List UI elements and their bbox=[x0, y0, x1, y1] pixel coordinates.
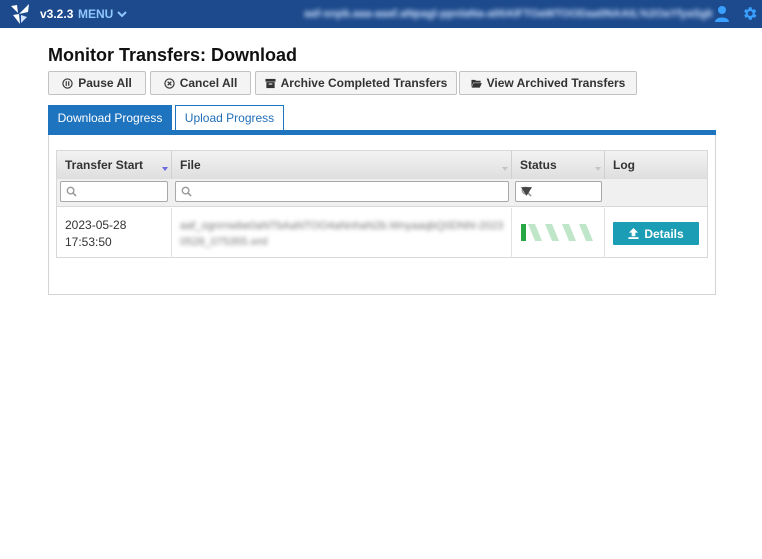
archive-box-icon bbox=[265, 78, 276, 88]
cancel-all-button[interactable]: Cancel All bbox=[150, 71, 251, 95]
column-header-status[interactable]: Status bbox=[512, 151, 605, 179]
details-button[interactable]: Details bbox=[613, 222, 699, 245]
file-cell: aaf_ognrnwbe0aNTbAaNTOO4aNnhaN2b.Wnyaaqb… bbox=[172, 208, 512, 258]
file-filter-input[interactable] bbox=[175, 181, 509, 202]
sort-icon[interactable] bbox=[595, 166, 601, 172]
transfer-time: 17:53:50 bbox=[65, 235, 112, 249]
filter-row bbox=[57, 179, 707, 207]
transfer-date: 2023-05-28 bbox=[65, 218, 127, 232]
tab-upload-progress[interactable]: Upload Progress bbox=[175, 105, 284, 130]
details-label: Details bbox=[644, 226, 684, 241]
archive-completed-label: Archive Completed Transfers bbox=[280, 76, 448, 90]
column-label-log: Log bbox=[613, 158, 635, 172]
transfers-grid: Transfer Start File Status Log 2023-05-2… bbox=[56, 150, 708, 258]
striped-progress-bar-icon bbox=[521, 224, 593, 241]
caret-down-icon bbox=[521, 187, 532, 196]
tab-upload-label: Upload Progress bbox=[184, 111, 275, 125]
view-archived-label: View Archived Transfers bbox=[486, 76, 626, 90]
page-title: Monitor Transfers: Download bbox=[48, 45, 298, 65]
top-bar: v3.2.3 MENU aaf-snpb.aaa-aaaf.aNpagl-ppn… bbox=[0, 0, 762, 28]
status-filter-select[interactable] bbox=[515, 181, 602, 202]
app-version: v3.2.3 bbox=[40, 7, 74, 21]
column-label-transfer-start: Transfer Start bbox=[65, 158, 144, 172]
column-label-file: File bbox=[180, 158, 201, 172]
transfer-start-filter-input[interactable] bbox=[60, 181, 168, 202]
folder-open-icon bbox=[471, 79, 482, 88]
tab-download-label: Download Progress bbox=[57, 110, 163, 125]
search-icon bbox=[66, 186, 77, 197]
view-archived-button[interactable]: View Archived Transfers bbox=[459, 71, 637, 95]
column-header-transfer-start[interactable]: Transfer Start bbox=[57, 151, 172, 179]
app-logo-icon[interactable] bbox=[9, 3, 31, 25]
gear-icon[interactable] bbox=[741, 5, 758, 22]
pause-circle-icon bbox=[62, 77, 73, 89]
pause-all-button[interactable]: Pause All bbox=[48, 71, 146, 95]
chevron-down-icon bbox=[117, 11, 128, 18]
user-id-text: aaf-snpb.aaa-aaaf.aNpagl-ppnlaNa-a00AlFT… bbox=[304, 8, 712, 20]
column-header-log: Log bbox=[605, 151, 707, 179]
cancel-all-label: Cancel All bbox=[179, 76, 238, 90]
tab-download-progress[interactable]: Download Progress bbox=[48, 105, 172, 130]
status-cell bbox=[512, 208, 605, 258]
column-header-file[interactable]: File bbox=[172, 151, 512, 179]
log-cell: Details bbox=[605, 208, 707, 258]
user-icon[interactable] bbox=[714, 5, 730, 22]
transfer-start-cell: 2023-05-28 17:53:50 bbox=[57, 208, 172, 258]
search-icon bbox=[181, 186, 192, 197]
pause-all-label: Pause All bbox=[78, 76, 132, 90]
upload-icon bbox=[628, 228, 639, 239]
sort-descending-icon[interactable] bbox=[162, 166, 168, 172]
menu-button[interactable]: MENU bbox=[78, 7, 128, 21]
file-name: aaf_ognrnwbe0aNTbAaNTOO4aNnhaN2b.Wnyaaqb… bbox=[180, 220, 504, 248]
sort-icon[interactable] bbox=[502, 166, 508, 172]
cancel-circle-icon bbox=[164, 77, 175, 89]
menu-label: MENU bbox=[78, 7, 114, 21]
archive-completed-button[interactable]: Archive Completed Transfers bbox=[255, 71, 457, 95]
column-label-status: Status bbox=[520, 158, 557, 172]
table-row[interactable]: 2023-05-28 17:53:50 aaf_ognrnwbe0aNTbAaN… bbox=[57, 208, 707, 258]
